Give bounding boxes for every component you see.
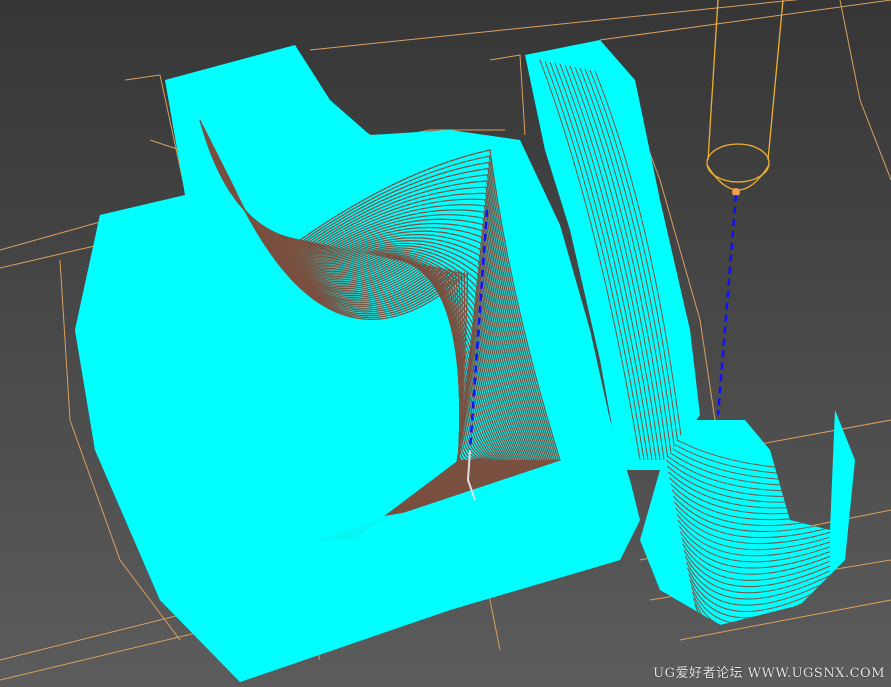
tool-tip-marker <box>732 188 740 196</box>
forum-watermark: UG爱好者论坛 WWW.UGSNX.COM <box>653 666 885 681</box>
graphics-viewport[interactable] <box>0 0 891 687</box>
